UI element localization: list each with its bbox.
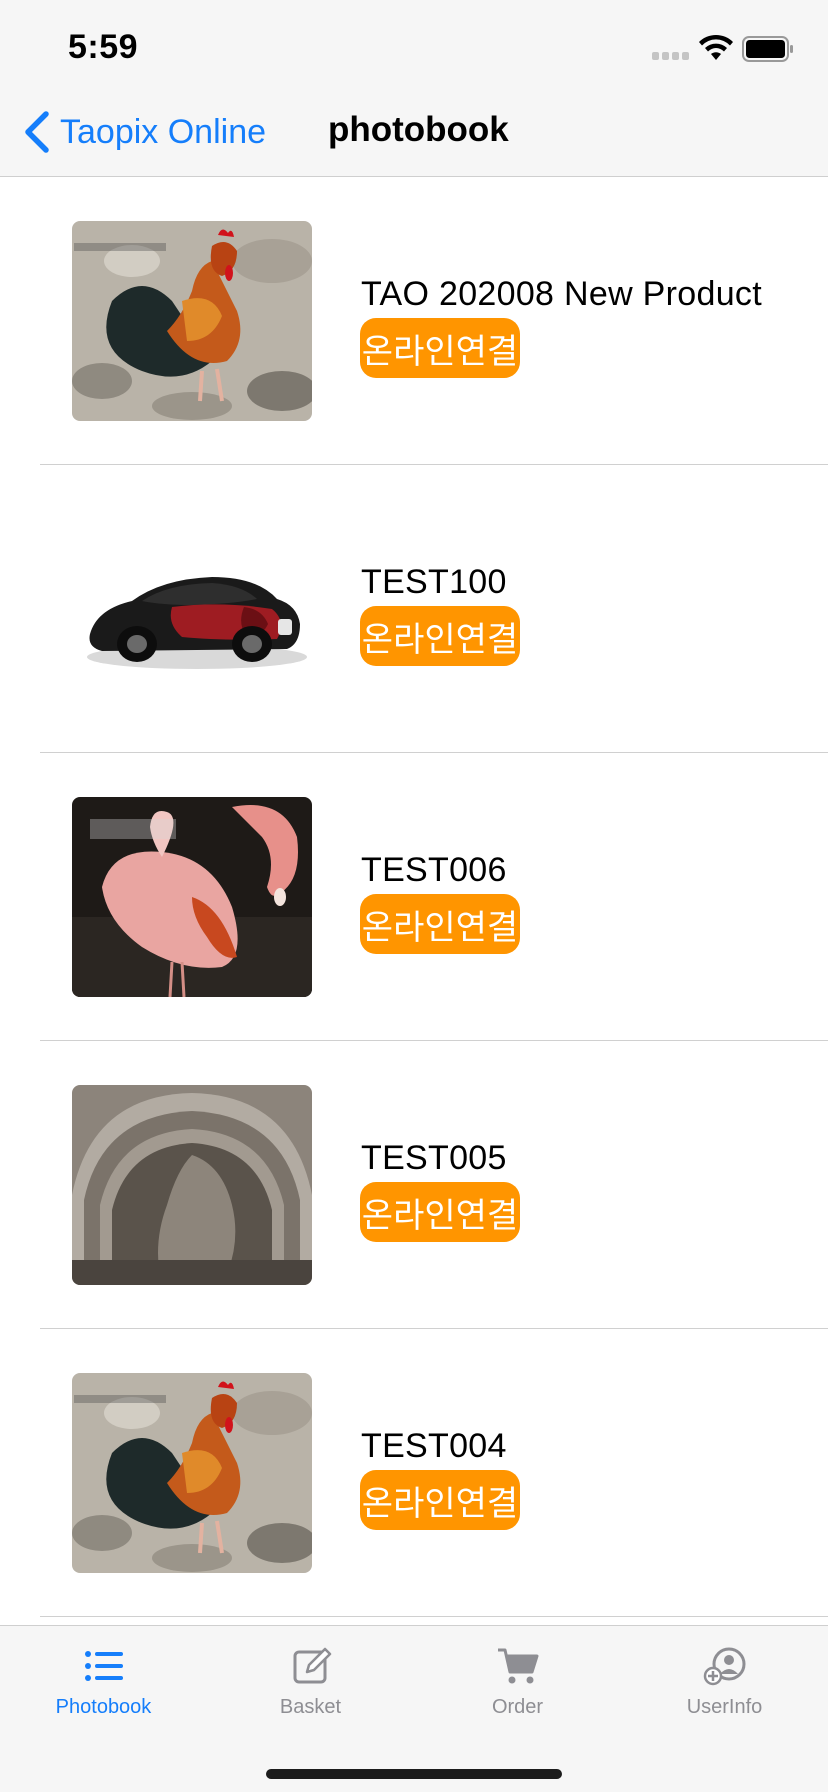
list-icon xyxy=(84,1651,123,1681)
cart-icon xyxy=(497,1648,538,1684)
tab-bar: Photobook Basket Order UserInfo xyxy=(0,1625,828,1792)
product-title: TAO 202008 New Product xyxy=(361,275,762,313)
stone-arch-image xyxy=(72,1085,312,1285)
sports-car-image xyxy=(72,509,312,709)
product-row[interactable]: TEST006 온라인연결 xyxy=(0,753,828,1041)
tab-order[interactable]: Order xyxy=(414,1626,621,1736)
online-connect-badge[interactable]: 온라인연결 xyxy=(360,1470,520,1530)
product-row[interactable]: TEST004 온라인연결 xyxy=(0,1329,828,1617)
tab-label: Order xyxy=(491,1696,544,1718)
online-connect-badge[interactable]: 온라인연결 xyxy=(360,318,520,378)
flamingo-image xyxy=(72,797,312,997)
tab-label: Basket xyxy=(279,1696,342,1718)
edit-icon xyxy=(293,1647,331,1684)
wifi-icon xyxy=(699,34,733,60)
tab-photobook[interactable]: Photobook xyxy=(0,1626,207,1736)
product-title: TEST006 xyxy=(361,851,507,889)
rooster-image xyxy=(72,1373,312,1573)
product-title: TEST005 xyxy=(361,1139,507,1177)
tab-label: Photobook xyxy=(55,1696,152,1718)
battery-icon xyxy=(742,36,793,62)
navigation-bar: Taopix Online photobook xyxy=(0,88,828,177)
chevron-left-icon xyxy=(25,111,49,153)
tab-label: UserInfo xyxy=(686,1696,763,1718)
back-label: Taopix Online xyxy=(60,112,267,151)
tab-basket[interactable]: Basket xyxy=(207,1626,414,1736)
product-row[interactable]: TAO 202008 New Product 온라인연결 xyxy=(0,177,828,465)
home-indicator[interactable] xyxy=(266,1769,562,1779)
product-title: TEST100 xyxy=(361,563,507,601)
page-title: photobook xyxy=(328,110,509,149)
back-button[interactable]: Taopix Online xyxy=(22,108,266,156)
product-list: TAO 202008 New Product 온라인연결 TEST100 온라인… xyxy=(0,177,828,1617)
cellular-signal-icon xyxy=(652,52,689,60)
tab-userinfo[interactable]: UserInfo xyxy=(621,1626,828,1736)
product-title: TEST004 xyxy=(361,1427,507,1465)
product-row[interactable]: TEST100 온라인연결 xyxy=(0,465,828,753)
status-time: 5:59 xyxy=(68,28,139,66)
online-connect-badge[interactable]: 온라인연결 xyxy=(360,894,520,954)
app-screen: 5:59 Taopix Online photobook TAO 202008 … xyxy=(0,0,828,1792)
online-connect-badge[interactable]: 온라인연결 xyxy=(360,606,520,666)
online-connect-badge[interactable]: 온라인연결 xyxy=(360,1182,520,1242)
row-separator xyxy=(40,1616,828,1617)
rooster-image xyxy=(72,221,312,421)
status-bar: 5:59 xyxy=(0,0,828,88)
product-row[interactable]: TEST005 온라인연결 xyxy=(0,1041,828,1329)
add-user-icon xyxy=(703,1647,745,1686)
